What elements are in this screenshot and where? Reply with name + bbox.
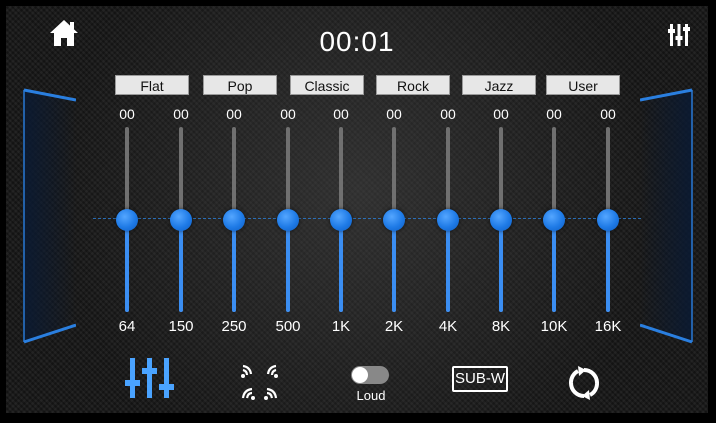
band-frequency-label: 4K	[438, 318, 458, 335]
band-slider-fill	[606, 219, 610, 312]
band-slider-fill	[499, 219, 503, 312]
equalizer-sliders-icon[interactable]	[125, 358, 175, 398]
band-slider-knob[interactable]	[597, 208, 619, 231]
preset-button-pop[interactable]: Pop	[203, 75, 277, 95]
band-frequency-label: 2K	[384, 318, 404, 335]
band-slider-fill	[552, 219, 556, 312]
equalizer-screen: 00:01 Flat Pop Classic Rock Jazz User 00 64 00 1…	[0, 0, 716, 423]
band-frequency-label: 8K	[491, 318, 511, 335]
band-slider-knob[interactable]	[437, 208, 459, 231]
left-glow-panel	[23, 88, 76, 344]
toggle-knob	[352, 367, 368, 383]
clock-display: 00:01	[319, 26, 395, 57]
band-value: 00	[546, 106, 562, 122]
band-frequency-label: 250	[221, 318, 247, 335]
band-value: 00	[119, 106, 135, 122]
equalizer-settings-icon[interactable]	[668, 23, 690, 47]
loud-label: Loud	[356, 388, 386, 403]
band-frequency-label: 500	[275, 318, 301, 335]
band-slider-knob[interactable]	[116, 208, 138, 231]
band-frequency-label: 64	[118, 318, 136, 335]
preset-button-jazz[interactable]: Jazz	[462, 75, 536, 95]
band-slider-fill	[339, 219, 343, 312]
band-value: 00	[280, 106, 296, 122]
band-slider-fill	[446, 219, 450, 312]
band-slider-fill	[125, 219, 129, 312]
preset-button-flat[interactable]: Flat	[115, 75, 189, 95]
band-frequency-label: 1K	[331, 318, 351, 335]
right-glow-panel	[640, 88, 693, 344]
reset-icon[interactable]	[567, 366, 601, 400]
band-value: 00	[600, 106, 616, 122]
band-slider-knob[interactable]	[330, 208, 352, 231]
band-value: 00	[440, 106, 456, 122]
band-frequency-label: 10K	[540, 318, 568, 335]
loud-toggle[interactable]	[351, 366, 389, 384]
band-slider-knob[interactable]	[383, 208, 405, 231]
band-slider-knob[interactable]	[277, 208, 299, 231]
band-value: 00	[386, 106, 402, 122]
band-slider-fill	[392, 219, 396, 312]
band-frequency-label: 150	[168, 318, 194, 335]
sound-field-icon[interactable]	[240, 364, 280, 400]
preset-button-user[interactable]: User	[546, 75, 620, 95]
band-slider-fill	[232, 219, 236, 312]
band-frequency-label: 16K	[594, 318, 622, 335]
band-slider-knob[interactable]	[490, 208, 512, 231]
band-slider-fill	[179, 219, 183, 312]
band-value: 00	[173, 106, 189, 122]
screen-border	[0, 413, 716, 423]
band-slider-knob[interactable]	[223, 208, 245, 231]
band-slider-fill	[286, 219, 290, 312]
preset-button-rock[interactable]: Rock	[376, 75, 450, 95]
subwoofer-button[interactable]: SUB-W	[452, 366, 508, 392]
band-value: 00	[226, 106, 242, 122]
band-value: 00	[333, 106, 349, 122]
band-value: 00	[493, 106, 509, 122]
band-slider-knob[interactable]	[170, 208, 192, 231]
preset-button-classic[interactable]: Classic	[290, 75, 364, 95]
top-bar: 00:01	[6, 6, 708, 66]
band-slider-knob[interactable]	[543, 208, 565, 231]
